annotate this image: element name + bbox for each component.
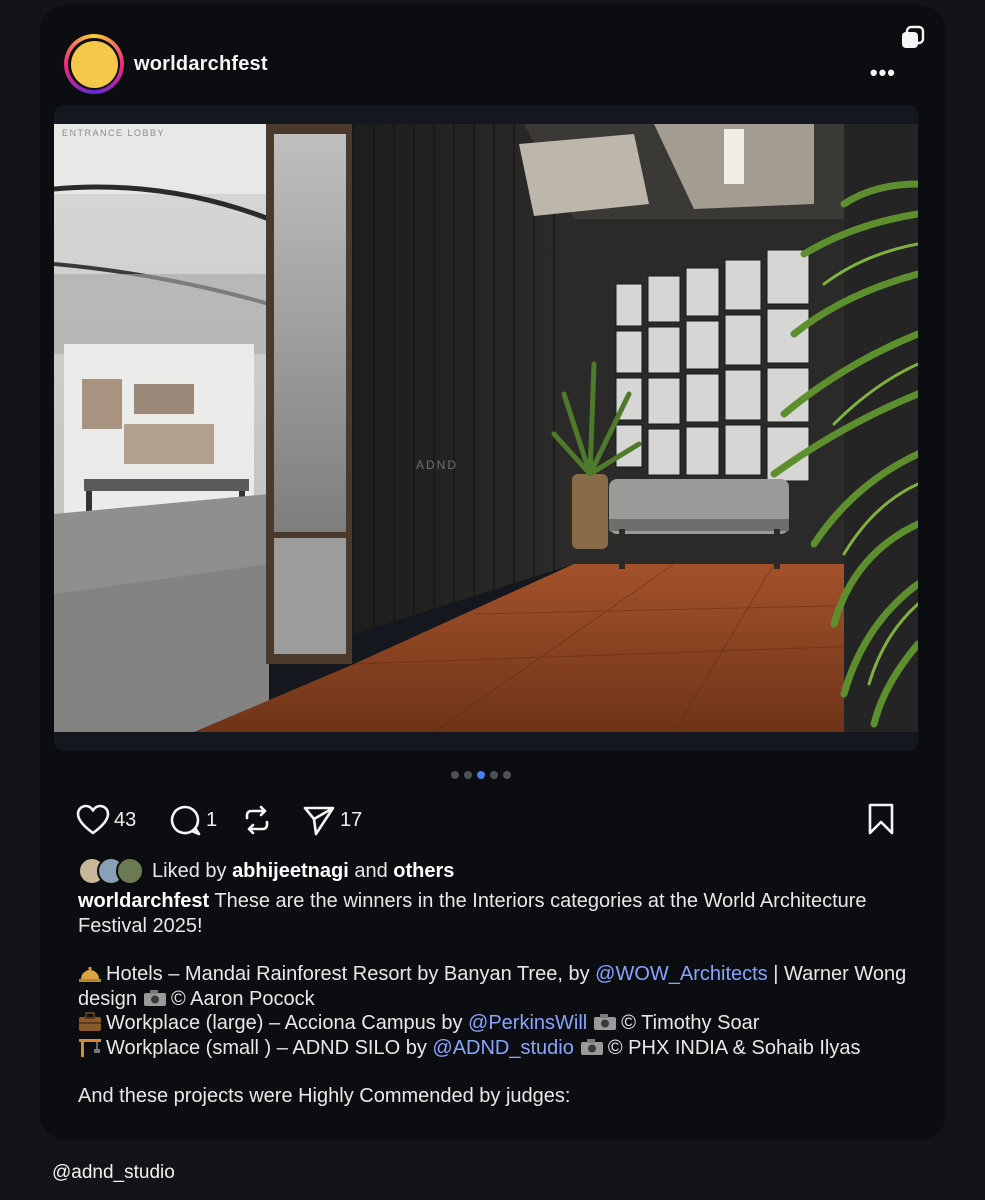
liked-by-prefix: Liked by xyxy=(152,859,227,882)
liked-by-row[interactable]: Liked by abhijeetnagi and others xyxy=(78,857,454,885)
share-count: 17 xyxy=(340,808,363,831)
post-caption: worldarchfest These are the winners in t… xyxy=(78,889,908,1109)
mention-link[interactable]: @PerkinsWill xyxy=(468,1012,587,1034)
comment-action[interactable]: 1 xyxy=(168,795,217,845)
profile-avatar[interactable] xyxy=(64,34,124,94)
post-card: worldarchfest ••• ADND ENTRANCE LOBBY 43… xyxy=(40,5,946,1140)
liked-by-user[interactable]: abhijeetnagi xyxy=(232,860,349,883)
like-count: 43 xyxy=(114,808,137,831)
action-bar: 43 1 17 xyxy=(76,795,896,845)
mention-link[interactable]: @WOW_Architects xyxy=(595,963,768,985)
more-options-icon[interactable]: ••• xyxy=(870,60,896,86)
post-header: worldarchfest xyxy=(64,33,268,95)
carousel-dot[interactable] xyxy=(503,771,511,779)
carousel-indicator xyxy=(451,771,511,779)
carousel-dot[interactable] xyxy=(490,771,498,779)
like-action[interactable]: 43 xyxy=(76,795,136,845)
liked-by-others[interactable]: others xyxy=(393,860,454,883)
carousel-dot[interactable] xyxy=(451,771,459,779)
heart-icon[interactable] xyxy=(76,804,110,836)
photo-caption: ENTRANCE LOBBY xyxy=(62,128,166,138)
bookmark-icon[interactable] xyxy=(866,803,896,835)
carousel-dot[interactable] xyxy=(464,771,472,779)
repost-action[interactable] xyxy=(241,795,273,845)
post-username[interactable]: worldarchfest xyxy=(134,53,268,76)
liked-by-joiner: and xyxy=(354,859,388,882)
repost-icon[interactable] xyxy=(241,804,273,836)
construction-crane-icon xyxy=(79,1038,101,1057)
caption-entry: Workplace (large) – Acciona Campus by @P… xyxy=(78,1011,908,1036)
post-photo: ADND ENTRANCE LOBBY xyxy=(54,124,918,732)
send-icon[interactable] xyxy=(302,804,336,836)
camera-icon xyxy=(143,989,166,1006)
adnd-wall-sign: ADND xyxy=(416,458,458,472)
bellhop-bell-icon xyxy=(79,966,101,982)
mention-link[interactable]: @ADND_studio xyxy=(432,1037,573,1059)
caption-author[interactable]: worldarchfest xyxy=(78,890,209,912)
camera-icon xyxy=(594,1014,617,1030)
carousel-dot-active[interactable] xyxy=(477,771,485,779)
share-action[interactable]: 17 xyxy=(302,795,362,845)
avatar xyxy=(116,857,144,885)
caption-entry: Workplace (small ) – ADND SILO by @ADND_… xyxy=(78,1036,908,1061)
save-action[interactable] xyxy=(866,803,896,840)
briefcase-icon xyxy=(79,1012,101,1031)
copy-icon[interactable] xyxy=(898,23,928,53)
source-handle: @adnd_studio xyxy=(52,1162,175,1183)
caption-closing: And these projects were Highly Commended… xyxy=(78,1085,571,1107)
comment-count: 1 xyxy=(206,808,218,831)
caption-entry: Hotels – Mandai Rainforest Resort by Ban… xyxy=(78,963,907,1010)
camera-icon xyxy=(580,1038,603,1055)
comment-icon[interactable] xyxy=(168,803,202,837)
liker-avatars xyxy=(78,857,144,885)
post-media[interactable]: ADND ENTRANCE LOBBY xyxy=(54,105,918,751)
